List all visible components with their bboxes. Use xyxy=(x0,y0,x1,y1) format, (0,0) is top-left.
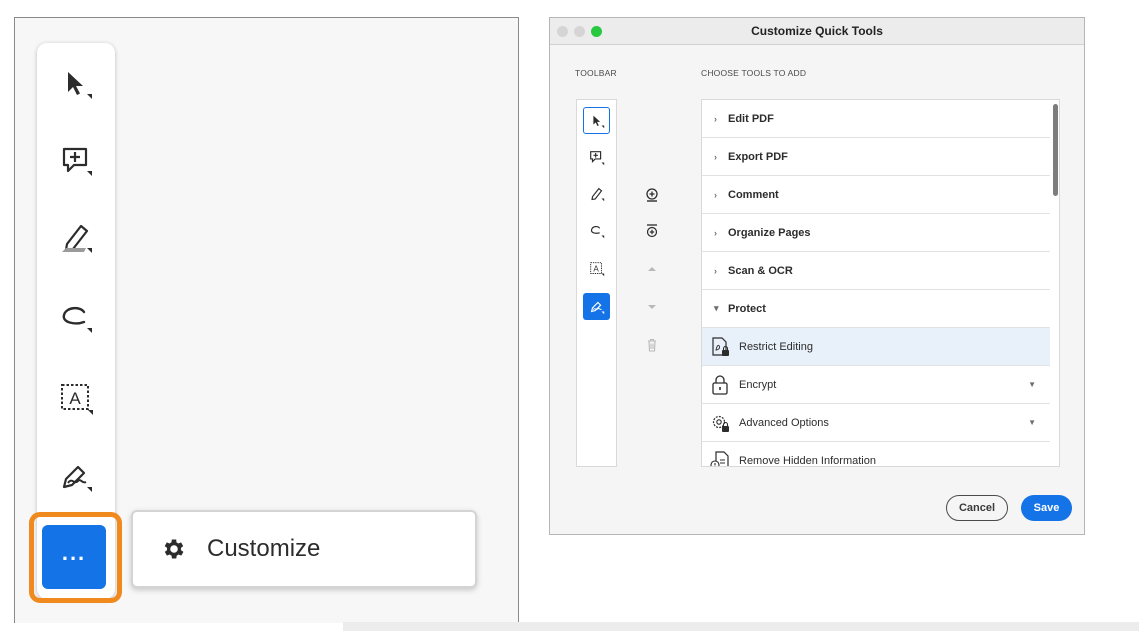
category-label: Scan & OCR xyxy=(728,264,793,277)
highlight-tool-button[interactable] xyxy=(51,213,101,263)
delete-tool-button[interactable] xyxy=(642,335,662,355)
tool-label: Encrypt xyxy=(739,378,777,391)
chevron-right-icon: › xyxy=(714,227,717,238)
move-up-icon xyxy=(648,267,656,271)
text-box-icon: A xyxy=(61,384,93,415)
tool-label: Remove Hidden Information xyxy=(739,455,876,467)
move-down-button[interactable] xyxy=(642,297,662,317)
highlight-pen-icon xyxy=(590,187,604,201)
lock-icon xyxy=(712,374,728,395)
customize-menu-item[interactable]: Customize xyxy=(131,510,477,588)
category-label: Comment xyxy=(728,188,779,201)
add-tool-button[interactable] xyxy=(642,185,662,205)
add-to-toolbar-icon xyxy=(646,188,658,202)
advanced-options-icon xyxy=(712,415,729,432)
toolbar-item-comment[interactable] xyxy=(583,144,610,171)
category-edit-pdf[interactable]: › Edit PDF xyxy=(702,100,1050,138)
page: A ... Customize Customize Quick Tools TO… xyxy=(0,0,1139,631)
fill-sign-icon xyxy=(590,301,604,314)
tool-encrypt[interactable]: Encrypt ▼ xyxy=(702,366,1050,404)
current-toolbar-list: A xyxy=(576,99,617,467)
add-comment-tool-button[interactable] xyxy=(51,136,101,186)
category-label: Export PDF xyxy=(728,150,788,163)
save-button[interactable]: Save xyxy=(1021,495,1072,521)
tool-remove-hidden-information[interactable]: Remove Hidden Information xyxy=(702,442,1050,467)
toolbar-item-fill-sign[interactable] xyxy=(583,293,610,320)
chevron-down-icon[interactable]: ▼ xyxy=(1028,380,1036,389)
svg-text:A: A xyxy=(593,264,599,273)
category-label: Organize Pages xyxy=(728,226,811,239)
customize-quick-tools-dialog: Customize Quick Tools TOOLBAR CHOOSE TOO… xyxy=(549,17,1085,535)
text-box-icon: A xyxy=(589,261,604,276)
select-tool-button[interactable] xyxy=(51,59,101,109)
remove-hidden-info-icon xyxy=(710,451,729,466)
lasso-draw-icon xyxy=(590,225,604,238)
restrict-editing-icon xyxy=(712,336,729,356)
toolbar-item-highlight[interactable] xyxy=(583,180,610,207)
add-comment-icon xyxy=(62,147,92,176)
dialog-title: Customize Quick Tools xyxy=(751,24,883,38)
fill-sign-tool-button[interactable] xyxy=(51,452,101,502)
chevron-right-icon: › xyxy=(714,113,717,124)
add-divider-icon xyxy=(646,224,658,238)
add-divider-button[interactable] xyxy=(642,221,662,241)
chevron-right-icon: › xyxy=(714,151,717,162)
more-button-highlight: ... xyxy=(29,512,122,603)
toolbar-item-select[interactable] xyxy=(583,107,610,134)
cancel-button[interactable]: Cancel xyxy=(946,495,1008,521)
add-comment-icon xyxy=(589,150,604,165)
category-scan-ocr[interactable]: › Scan & OCR xyxy=(702,252,1050,290)
category-organize-pages[interactable]: › Organize Pages xyxy=(702,214,1050,252)
tool-label: Advanced Options xyxy=(739,416,829,429)
customize-label: Customize xyxy=(207,535,321,562)
chevron-right-icon: › xyxy=(714,189,717,200)
highlight-pen-icon xyxy=(62,224,92,253)
tools-to-add-list: › Edit PDF › Export PDF › Comment › Orga… xyxy=(701,99,1060,467)
move-down-icon xyxy=(648,305,656,309)
choose-tools-section-label: CHOOSE TOOLS TO ADD xyxy=(701,68,807,78)
chevron-down-icon: ▾ xyxy=(714,303,719,313)
title-bar: Customize Quick Tools xyxy=(550,18,1084,45)
draw-tool-button[interactable] xyxy=(51,293,101,343)
toolbar-item-draw[interactable] xyxy=(583,217,610,244)
select-arrow-icon xyxy=(592,115,604,128)
more-tools-button[interactable]: ... xyxy=(42,525,106,589)
chevron-down-icon[interactable]: ▼ xyxy=(1028,418,1036,427)
tool-restrict-editing[interactable]: Restrict Editing xyxy=(702,328,1050,366)
chevron-right-icon: › xyxy=(714,265,717,276)
gear-icon xyxy=(164,539,184,559)
category-label: Protect xyxy=(728,302,766,315)
fill-sign-icon xyxy=(62,465,92,492)
toolbar-item-text-box[interactable]: A xyxy=(583,255,610,282)
category-export-pdf[interactable]: › Export PDF xyxy=(702,138,1050,176)
more-icon: ... xyxy=(61,540,87,565)
move-up-button[interactable] xyxy=(642,259,662,279)
select-arrow-icon xyxy=(68,72,92,99)
category-label: Edit PDF xyxy=(728,112,774,125)
bottom-strip xyxy=(343,622,1139,631)
tools-list-scrollbar[interactable] xyxy=(1053,104,1058,196)
category-protect[interactable]: ▾ Protect xyxy=(702,290,1050,328)
text-box-tool-button[interactable]: A xyxy=(51,373,101,423)
svg-text:A: A xyxy=(69,389,81,408)
tool-label: Restrict Editing xyxy=(739,340,813,353)
lasso-draw-icon xyxy=(62,307,92,333)
category-comment[interactable]: › Comment xyxy=(702,176,1050,214)
tool-advanced-options[interactable]: Advanced Options ▼ xyxy=(702,404,1050,442)
toolbar-section-label: TOOLBAR xyxy=(575,68,617,78)
trash-icon xyxy=(648,338,656,352)
